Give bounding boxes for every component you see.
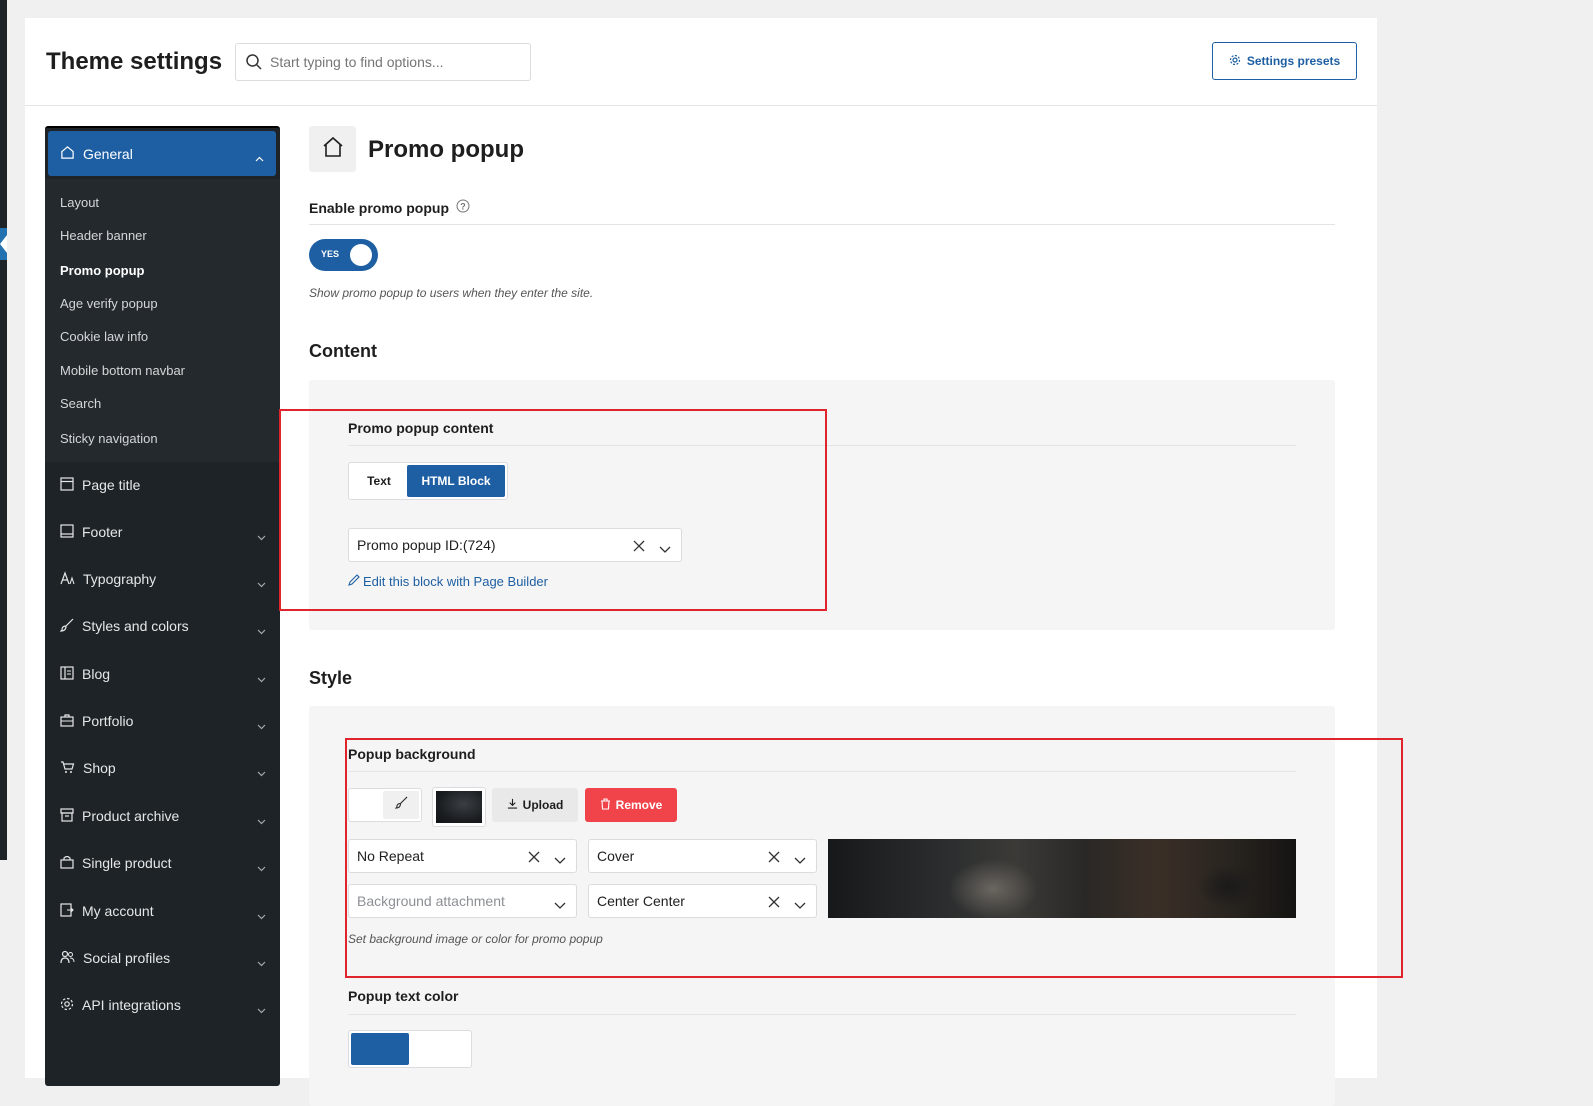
text-color-option-selected[interactable]	[351, 1033, 409, 1065]
section-icon-box	[309, 126, 356, 172]
subnav-item-age-verify-popup[interactable]: Age verify popup	[60, 296, 158, 311]
search-box[interactable]	[235, 43, 531, 81]
wp-admin-sidebar-strip	[0, 0, 7, 860]
nav-item-label: Page title	[82, 477, 141, 493]
home-icon	[321, 135, 345, 164]
subnav-item-search[interactable]: Search	[60, 396, 101, 411]
typography-icon	[60, 570, 75, 588]
section-title: Promo popup	[368, 136, 524, 163]
nav-item-product-archive[interactable]: Product archive	[45, 796, 280, 836]
chevron-down-icon	[257, 717, 266, 733]
topbar: Theme settings Settings presets	[25, 18, 1377, 106]
nav-item-portfolio[interactable]: Portfolio	[45, 701, 280, 741]
enable-promo-popup-label: Enable promo popup ?	[309, 199, 470, 216]
nav-item-styles-and-colors[interactable]: Styles and colors	[45, 606, 280, 646]
chevron-down-icon	[257, 954, 266, 970]
chevron-down-icon	[257, 575, 266, 591]
popup-text-color-label: Popup text color	[348, 988, 459, 1004]
settings-presets-button[interactable]: Settings presets	[1212, 42, 1357, 80]
chevron-down-icon	[257, 622, 266, 638]
chevron-down-icon	[257, 764, 266, 780]
general-subnav: Layout Header banner Promo popup Age ver…	[45, 179, 280, 462]
nav-item-label: Product archive	[82, 808, 180, 824]
toggle-knob	[350, 244, 372, 266]
chevron-down-icon	[257, 907, 266, 923]
users-icon	[60, 950, 75, 967]
nav-item-social-profiles[interactable]: Social profiles	[45, 938, 280, 978]
blog-icon	[60, 665, 74, 683]
nav-item-label: My account	[82, 903, 154, 919]
content-heading: Content	[309, 341, 377, 361]
gear-icon	[60, 997, 74, 1014]
cart-icon	[60, 760, 75, 777]
collapse-arrow-icon	[0, 235, 7, 253]
nav-item-label: Footer	[82, 524, 123, 540]
nav-item-label: Styles and colors	[82, 618, 189, 634]
chevron-up-icon	[255, 149, 264, 165]
subnav-item-cookie-law-info[interactable]: Cookie law info	[60, 329, 148, 344]
svg-text:?: ?	[460, 202, 466, 212]
nav-item-single-product[interactable]: Single product	[45, 843, 280, 883]
chevron-down-icon	[257, 1001, 266, 1017]
brush-icon	[59, 618, 74, 635]
nav-item-label: Shop	[83, 760, 116, 776]
nav-item-label: Single product	[82, 855, 172, 871]
nav-item-shop[interactable]: Shop	[45, 748, 280, 788]
page-title: Theme settings	[46, 48, 223, 75]
briefcase-icon	[60, 713, 74, 730]
text-color-segmented	[348, 1030, 472, 1068]
home-icon	[60, 145, 75, 163]
nav-item-label: API integrations	[82, 997, 181, 1013]
nav-item-typography[interactable]: Typography	[45, 559, 280, 599]
chevron-down-icon	[257, 670, 266, 686]
account-icon	[60, 902, 74, 920]
chevron-down-icon	[257, 812, 266, 828]
divider	[348, 1014, 1296, 1015]
toggle-label: YES	[321, 249, 340, 259]
settings-presets-label: Settings presets	[1246, 54, 1341, 68]
subnav-item-mobile-bottom-navbar[interactable]: Mobile bottom navbar	[60, 363, 185, 378]
nav-item-footer[interactable]: Footer	[45, 512, 280, 552]
divider	[309, 224, 1335, 225]
nav-item-label: Blog	[82, 666, 111, 682]
nav-item-my-account[interactable]: My account	[45, 891, 280, 931]
chevron-down-icon	[257, 859, 266, 875]
gear-icon	[1229, 54, 1241, 69]
nav-item-label: Portfolio	[82, 713, 134, 729]
nav-item-blog[interactable]: Blog	[45, 654, 280, 694]
chevron-down-icon	[257, 528, 266, 544]
subnav-item-sticky-navigation[interactable]: Sticky navigation	[60, 431, 158, 446]
footer-icon	[60, 523, 74, 541]
nav-item-api-integrations[interactable]: API integrations	[45, 985, 280, 1025]
page-title-icon	[60, 476, 74, 494]
nav-item-general-label: General	[83, 145, 133, 162]
subnav-item-promo-popup[interactable]: Promo popup	[60, 263, 145, 278]
nav-item-page-title[interactable]: Page title	[45, 465, 280, 505]
annotation-highlight-background	[345, 738, 1403, 978]
bag-icon	[60, 855, 74, 872]
enable-hint: Show promo popup to users when they ente…	[309, 286, 594, 300]
subnav-item-header-banner[interactable]: Header banner	[60, 228, 147, 243]
nav-item-label: Social profiles	[83, 950, 171, 966]
archive-icon	[60, 807, 74, 825]
subnav-item-layout[interactable]: Layout	[60, 195, 99, 210]
search-input[interactable]	[268, 50, 518, 74]
annotation-highlight-content	[279, 409, 827, 611]
style-heading: Style	[309, 668, 353, 688]
nav-item-general[interactable]: General	[48, 131, 276, 176]
nav-item-label: Typography	[83, 571, 157, 587]
enable-promo-popup-toggle[interactable]: YES	[309, 239, 378, 271]
search-icon	[245, 53, 263, 76]
help-icon[interactable]: ?	[456, 199, 470, 216]
enable-promo-popup-text: Enable promo popup	[309, 199, 449, 216]
settings-nav: General Layout Header banner Promo popup…	[45, 126, 280, 1086]
